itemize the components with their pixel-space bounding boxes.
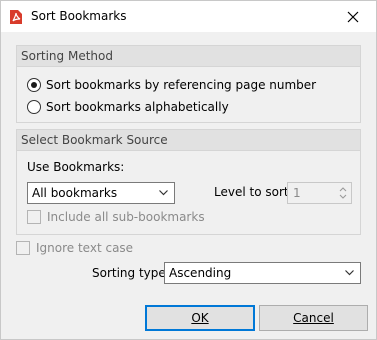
spin-arrows-icon[interactable] [338, 185, 348, 201]
checkbox[interactable] [27, 210, 41, 224]
ignore-text-case-checkbox[interactable]: Ignore text case [16, 241, 133, 255]
use-bookmarks-value: All bookmarks [32, 186, 118, 200]
sort-bookmarks-dialog: Sort Bookmarks Sorting Method Sort bookm… [0, 0, 377, 340]
close-icon [347, 11, 359, 22]
radio-sort-alphabetically-label: Sort bookmarks alphabetically [46, 100, 229, 114]
level-to-sort-value: 1 [293, 186, 301, 200]
sorting-type-value: Ascending [169, 266, 232, 280]
bookmark-source-group: Select Bookmark Source Use Bookmarks: Al… [16, 129, 361, 235]
chevron-down-icon [345, 270, 354, 276]
dialog-title: Sort Bookmarks [31, 9, 127, 23]
ignore-text-case-label: Ignore text case [36, 241, 134, 255]
sorting-type-label: Sorting type: [92, 266, 170, 280]
cancel-button-label: Cancel [293, 311, 334, 325]
sorting-type-select[interactable]: Ascending [164, 262, 361, 284]
chevron-down-icon [159, 190, 168, 196]
level-to-sort-label: Level to sort: [214, 185, 293, 199]
use-bookmarks-label: Use Bookmarks: [27, 160, 125, 174]
radio-button[interactable] [27, 100, 41, 114]
include-sub-bookmarks-label: Include all sub-bookmarks [47, 210, 205, 224]
radio-sort-by-page-label: Sort bookmarks by referencing page numbe… [46, 78, 317, 92]
ok-button-label: OK [191, 311, 209, 325]
use-bookmarks-select[interactable]: All bookmarks [27, 182, 175, 204]
sorting-method-group: Sorting Method Sort bookmarks by referen… [16, 45, 361, 123]
radio-sort-by-page[interactable]: Sort bookmarks by referencing page numbe… [27, 78, 316, 92]
level-to-sort-stepper[interactable]: 1 [287, 182, 352, 204]
include-sub-bookmarks-checkbox[interactable]: Include all sub-bookmarks [27, 210, 205, 224]
bookmark-source-header: Select Bookmark Source [17, 130, 360, 151]
ok-button[interactable]: OK [145, 305, 255, 331]
radio-button-selected[interactable] [27, 78, 41, 92]
close-button[interactable] [330, 1, 376, 32]
cancel-button[interactable]: Cancel [259, 305, 368, 331]
title-bar: Sort Bookmarks [1, 1, 376, 32]
radio-sort-alphabetically[interactable]: Sort bookmarks alphabetically [27, 100, 229, 114]
checkbox[interactable] [16, 241, 30, 255]
sorting-method-header: Sorting Method [17, 46, 360, 67]
pdf-app-icon [10, 10, 22, 24]
